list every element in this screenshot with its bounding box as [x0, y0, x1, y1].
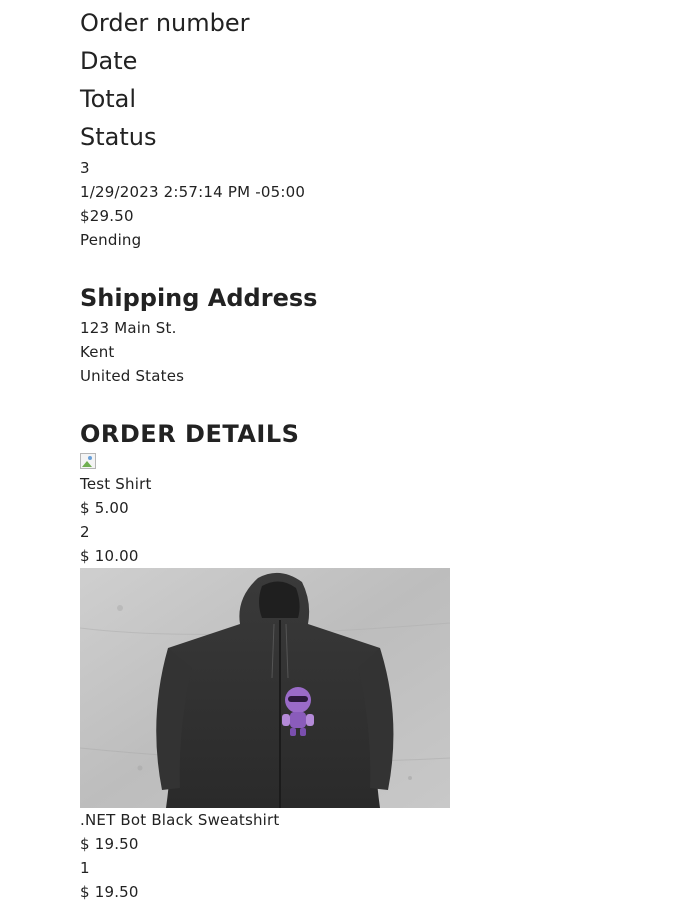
order-page: Order number Date Total Status 3 1/29/20…: [80, 0, 640, 904]
order-details-title: ORDER DETAILS: [80, 420, 300, 448]
shipping-city: Kent: [80, 343, 115, 361]
order-number-label: Order number: [80, 9, 250, 37]
item-name: .NET Bot Black Sweatshirt: [80, 811, 280, 829]
item-line-total: $ 19.50: [80, 883, 139, 901]
item-line-total: $ 10.00: [80, 547, 139, 565]
shipping-address: Shipping Address 123 Main St. Kent Unite…: [80, 280, 640, 388]
status-label: Status: [80, 123, 157, 151]
order-item: .NET Bot Black Sweatshirt $ 19.50 1 $ 19…: [80, 568, 640, 904]
broken-image-icon: [80, 453, 96, 469]
item-name: Test Shirt: [80, 475, 152, 493]
date-value: 1/29/2023 2:57:14 PM -05:00: [80, 183, 306, 201]
total-label: Total: [80, 85, 137, 113]
status-value: Pending: [80, 231, 142, 249]
item-unit-price: $ 19.50: [80, 835, 139, 853]
item-quantity: 1: [80, 859, 90, 877]
date-label: Date: [80, 47, 138, 75]
shipping-country: United States: [80, 367, 185, 385]
order-details: ORDER DETAILS Test Shirt $ 5.00 2 $ 10.0…: [80, 416, 640, 904]
item-unit-price: $ 5.00: [80, 499, 129, 517]
shipping-street: 123 Main St.: [80, 319, 177, 337]
shipping-address-title: Shipping Address: [80, 284, 318, 312]
total-value: $29.50: [80, 207, 134, 225]
product-image-sweatshirt: [80, 568, 450, 808]
item-quantity: 2: [80, 523, 90, 541]
order-number-value: 3: [80, 159, 90, 177]
order-summary: Order number Date Total Status 3 1/29/20…: [80, 4, 640, 252]
order-item: Test Shirt $ 5.00 2 $ 10.00: [80, 453, 640, 568]
